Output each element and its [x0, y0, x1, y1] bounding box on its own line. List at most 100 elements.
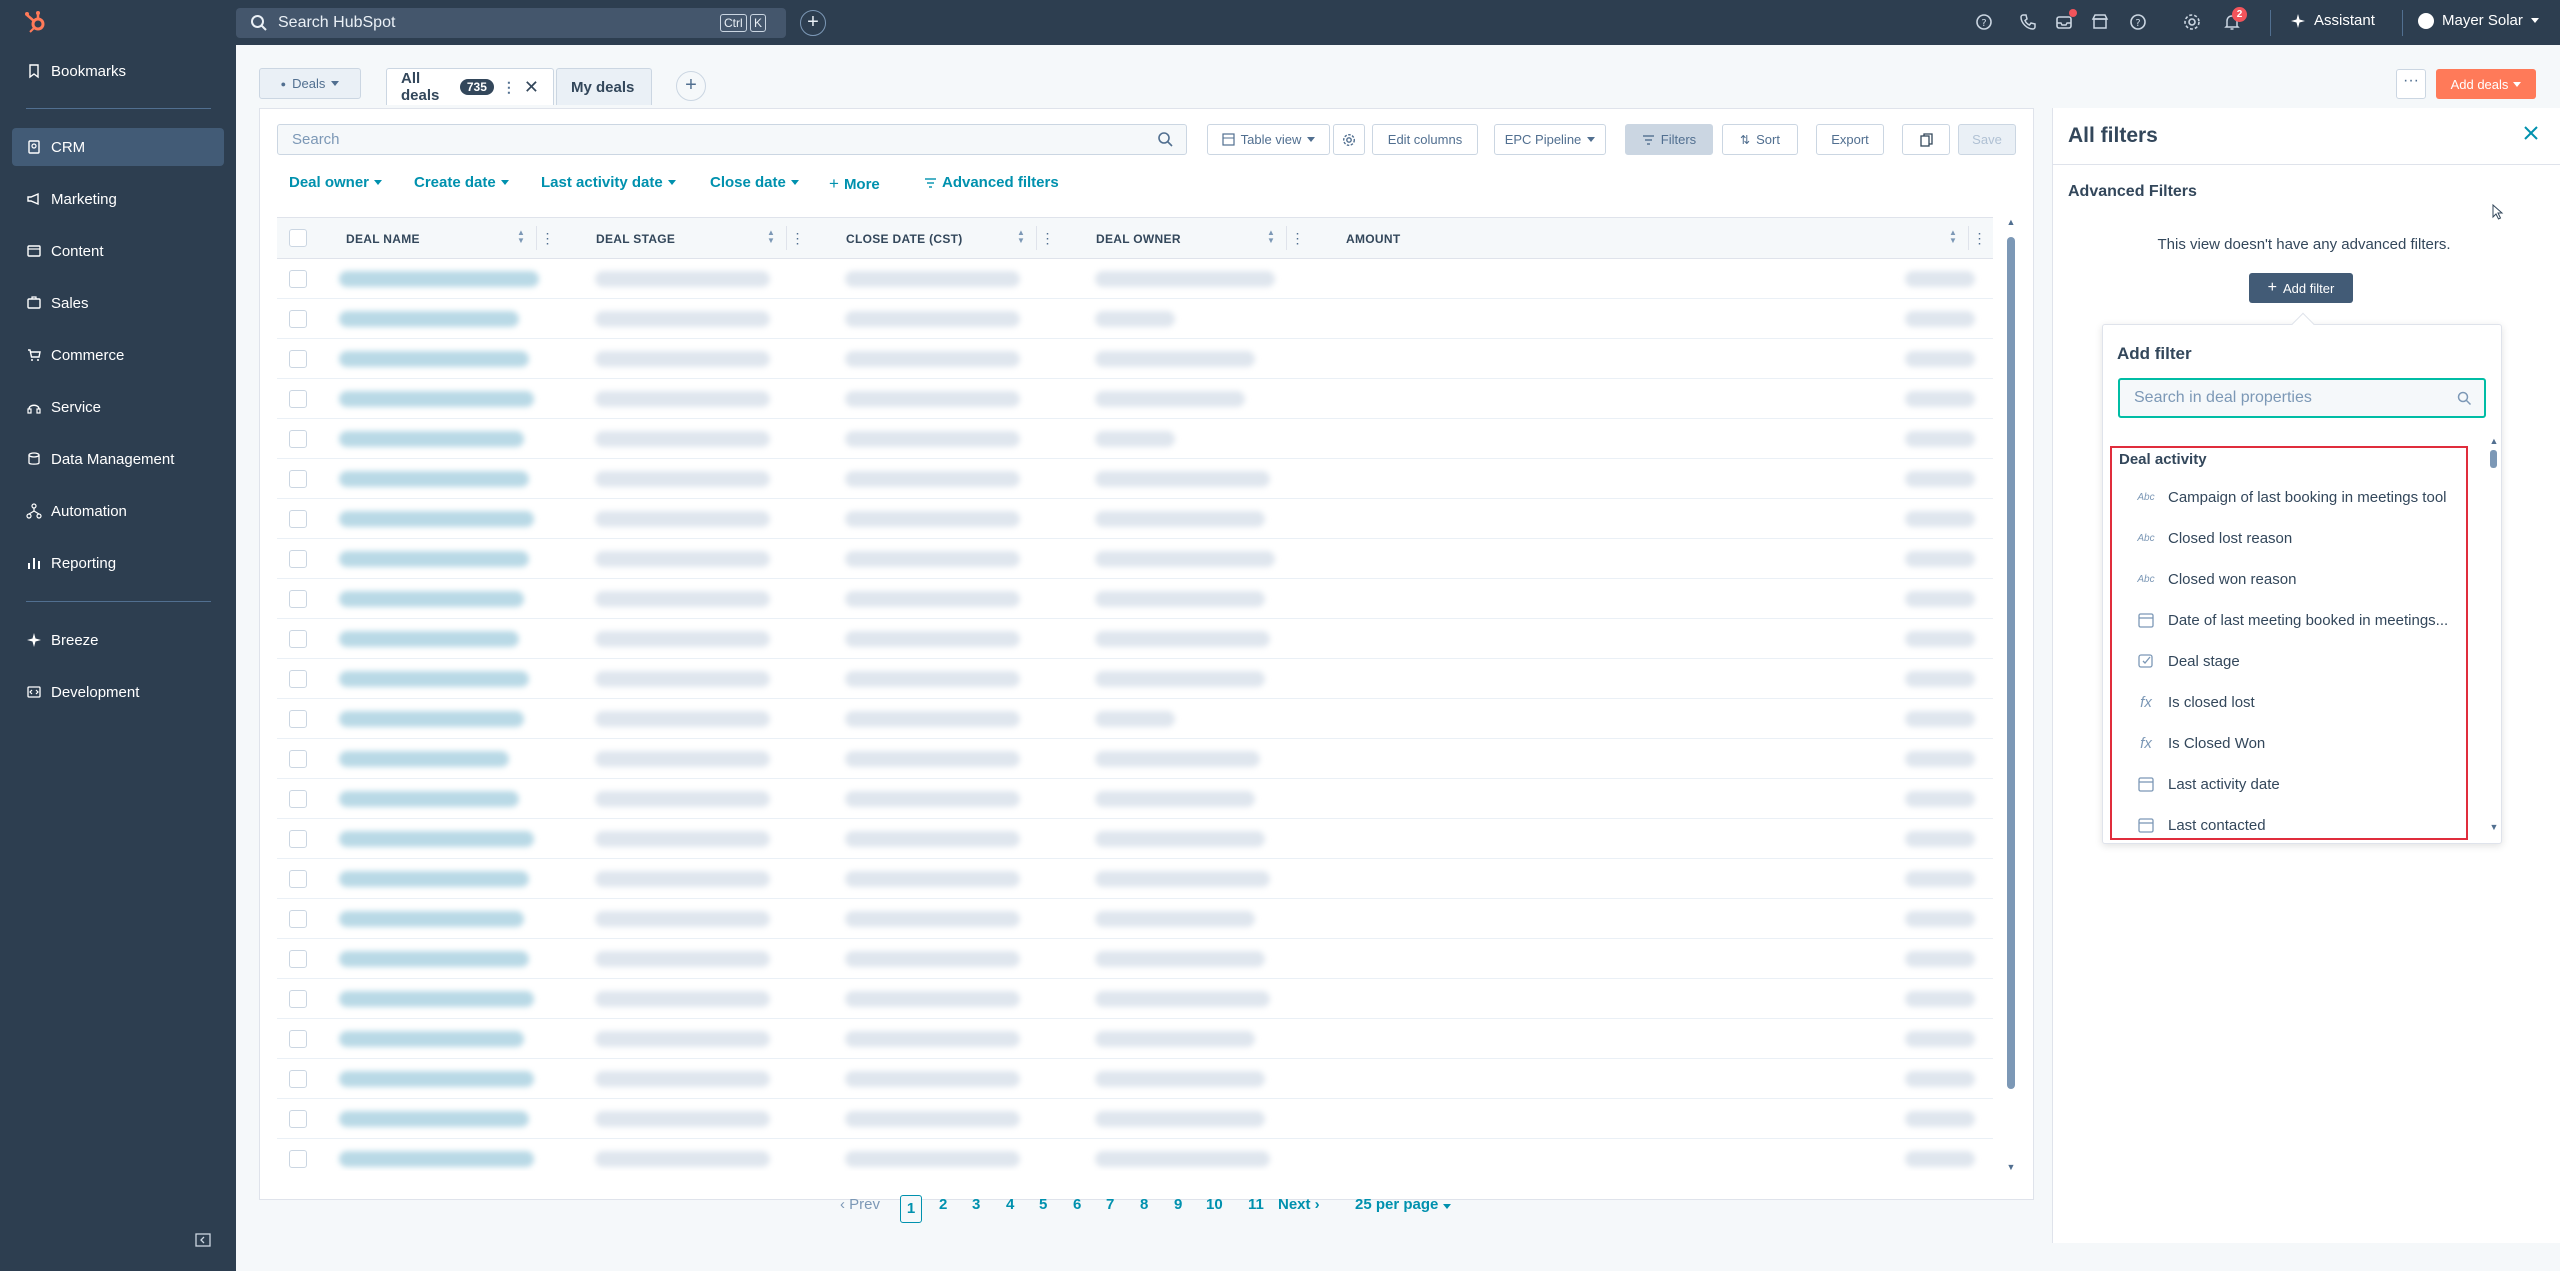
sidebar-item-marketing[interactable]: Marketing: [12, 180, 224, 218]
sort-arrows-icon[interactable]: ▲ ▼: [517, 229, 527, 247]
table-row[interactable]: [277, 1099, 1993, 1139]
column-header-close-date[interactable]: CLOSE DATE (CST): [846, 232, 963, 246]
marketplace-icon[interactable]: [2090, 12, 2110, 32]
object-selector-dropdown[interactable]: ● Deals: [259, 68, 361, 99]
table-row[interactable]: [277, 539, 1993, 579]
row-checkbox[interactable]: [289, 750, 307, 768]
prev-page-button[interactable]: ‹ Prev: [840, 1196, 880, 1213]
table-row[interactable]: [277, 979, 1993, 1019]
table-row[interactable]: [277, 339, 1993, 379]
table-row[interactable]: [277, 739, 1993, 779]
page-2-button[interactable]: 2: [939, 1196, 947, 1213]
column-header-deal-owner[interactable]: DEAL OWNER: [1096, 232, 1181, 246]
row-checkbox[interactable]: [289, 1110, 307, 1128]
row-checkbox[interactable]: [289, 710, 307, 728]
table-search-input[interactable]: Search: [277, 124, 1187, 155]
edit-columns-button[interactable]: Edit columns: [1372, 124, 1478, 155]
sort-arrows-icon[interactable]: ▲ ▼: [1267, 229, 1277, 247]
phone-icon[interactable]: [2018, 12, 2038, 32]
deal-name-cell[interactable]: [339, 951, 529, 967]
sidebar-item-sales[interactable]: Sales: [12, 284, 224, 322]
row-checkbox[interactable]: [289, 550, 307, 568]
sidebar-item-service[interactable]: Service: [12, 388, 224, 426]
scroll-up-arrow-icon[interactable]: ▲: [2006, 217, 2016, 227]
row-checkbox[interactable]: [289, 270, 307, 288]
table-row[interactable]: [277, 579, 1993, 619]
page-4-button[interactable]: 4: [1006, 1196, 1014, 1213]
column-menu-icon[interactable]: ⋮: [536, 226, 558, 250]
row-checkbox[interactable]: [289, 390, 307, 408]
filters-button[interactable]: Filters: [1625, 124, 1713, 155]
add-deals-button[interactable]: Add deals: [2436, 69, 2536, 99]
table-row[interactable]: [277, 419, 1993, 459]
table-row[interactable]: [277, 819, 1993, 859]
table-row[interactable]: [277, 1059, 1993, 1099]
table-row[interactable]: [277, 619, 1993, 659]
sidebar-item-development[interactable]: Development: [12, 673, 224, 711]
collapse-sidebar-icon[interactable]: [195, 1232, 211, 1248]
help-icon[interactable]: ?: [2128, 12, 2148, 32]
next-page-button[interactable]: Next ›: [1278, 1196, 1320, 1213]
sort-arrows-icon[interactable]: ▲ ▼: [1017, 229, 1027, 247]
advanced-filters-button[interactable]: Advanced filters: [924, 174, 1059, 191]
column-header-amount[interactable]: AMOUNT: [1346, 232, 1400, 246]
deal-properties-search-input[interactable]: Search in deal properties: [2118, 378, 2486, 418]
save-view-button[interactable]: Save: [1958, 124, 2016, 155]
hubspot-logo-icon[interactable]: [22, 9, 48, 35]
quick-create-button[interactable]: +: [800, 10, 826, 36]
sidebar-item-data-management[interactable]: Data Management: [12, 440, 224, 478]
sidebar-item-reporting[interactable]: Reporting: [12, 544, 224, 582]
last-activity-date-filter[interactable]: Last activity date: [541, 174, 676, 191]
page-1-button[interactable]: 1: [900, 1195, 922, 1223]
scroll-down-arrow-icon[interactable]: ▼: [2006, 1162, 2016, 1172]
table-row[interactable]: [277, 939, 1993, 979]
deal-name-cell[interactable]: [339, 1151, 534, 1167]
sort-arrows-icon[interactable]: ▲ ▼: [1949, 229, 1959, 247]
page-5-button[interactable]: 5: [1039, 1196, 1047, 1213]
table-row[interactable]: [277, 499, 1993, 539]
row-checkbox[interactable]: [289, 1070, 307, 1088]
deal-name-cell[interactable]: [339, 1111, 529, 1127]
row-checkbox[interactable]: [289, 830, 307, 848]
sidebar-item-content[interactable]: Content: [12, 232, 224, 270]
table-row[interactable]: [277, 1019, 1993, 1059]
column-header-deal-stage[interactable]: DEAL STAGE: [596, 232, 675, 246]
page-9-button[interactable]: 9: [1174, 1196, 1182, 1213]
pipeline-dropdown[interactable]: EPC Pipeline: [1494, 124, 1606, 155]
scroll-up-arrow-icon[interactable]: ▲: [2489, 436, 2499, 446]
deal-name-cell[interactable]: [339, 311, 519, 327]
sidebar-item-breeze[interactable]: Breeze: [12, 621, 224, 659]
view-settings-button[interactable]: [1333, 124, 1365, 155]
row-checkbox[interactable]: [289, 790, 307, 808]
deal-name-cell[interactable]: [339, 671, 529, 687]
help-circle-icon[interactable]: ?: [1974, 12, 1994, 32]
deal-name-cell[interactable]: [339, 391, 534, 407]
column-menu-icon[interactable]: ⋮: [1286, 226, 1308, 250]
deal-name-cell[interactable]: [339, 631, 519, 647]
create-date-filter[interactable]: Create date: [414, 174, 509, 191]
settings-gear-icon[interactable]: [2182, 12, 2202, 32]
deal-name-cell[interactable]: [339, 271, 539, 287]
sort-arrows-icon[interactable]: ▲ ▼: [767, 229, 777, 247]
table-row[interactable]: [277, 899, 1993, 939]
column-header-deal-name[interactable]: DEAL NAME: [346, 232, 420, 246]
sort-button[interactable]: ⇅ Sort: [1722, 124, 1798, 155]
export-button[interactable]: Export: [1816, 124, 1884, 155]
deal-name-cell[interactable]: [339, 591, 524, 607]
row-checkbox[interactable]: [289, 910, 307, 928]
table-row[interactable]: [277, 659, 1993, 699]
row-checkbox[interactable]: [289, 310, 307, 328]
table-row[interactable]: [277, 859, 1993, 899]
deal-name-cell[interactable]: [339, 711, 524, 727]
deal-name-cell[interactable]: [339, 551, 529, 567]
table-row[interactable]: [277, 699, 1993, 739]
deal-name-cell[interactable]: [339, 871, 529, 887]
tab-options-icon[interactable]: ⋮: [502, 79, 516, 96]
table-row[interactable]: [277, 259, 1993, 299]
row-checkbox[interactable]: [289, 350, 307, 368]
deal-name-cell[interactable]: [339, 351, 529, 367]
page-7-button[interactable]: 7: [1106, 1196, 1114, 1213]
tab-my-deals[interactable]: My deals: [556, 68, 652, 105]
deal-name-cell[interactable]: [339, 751, 509, 767]
add-view-button[interactable]: +: [676, 71, 706, 101]
